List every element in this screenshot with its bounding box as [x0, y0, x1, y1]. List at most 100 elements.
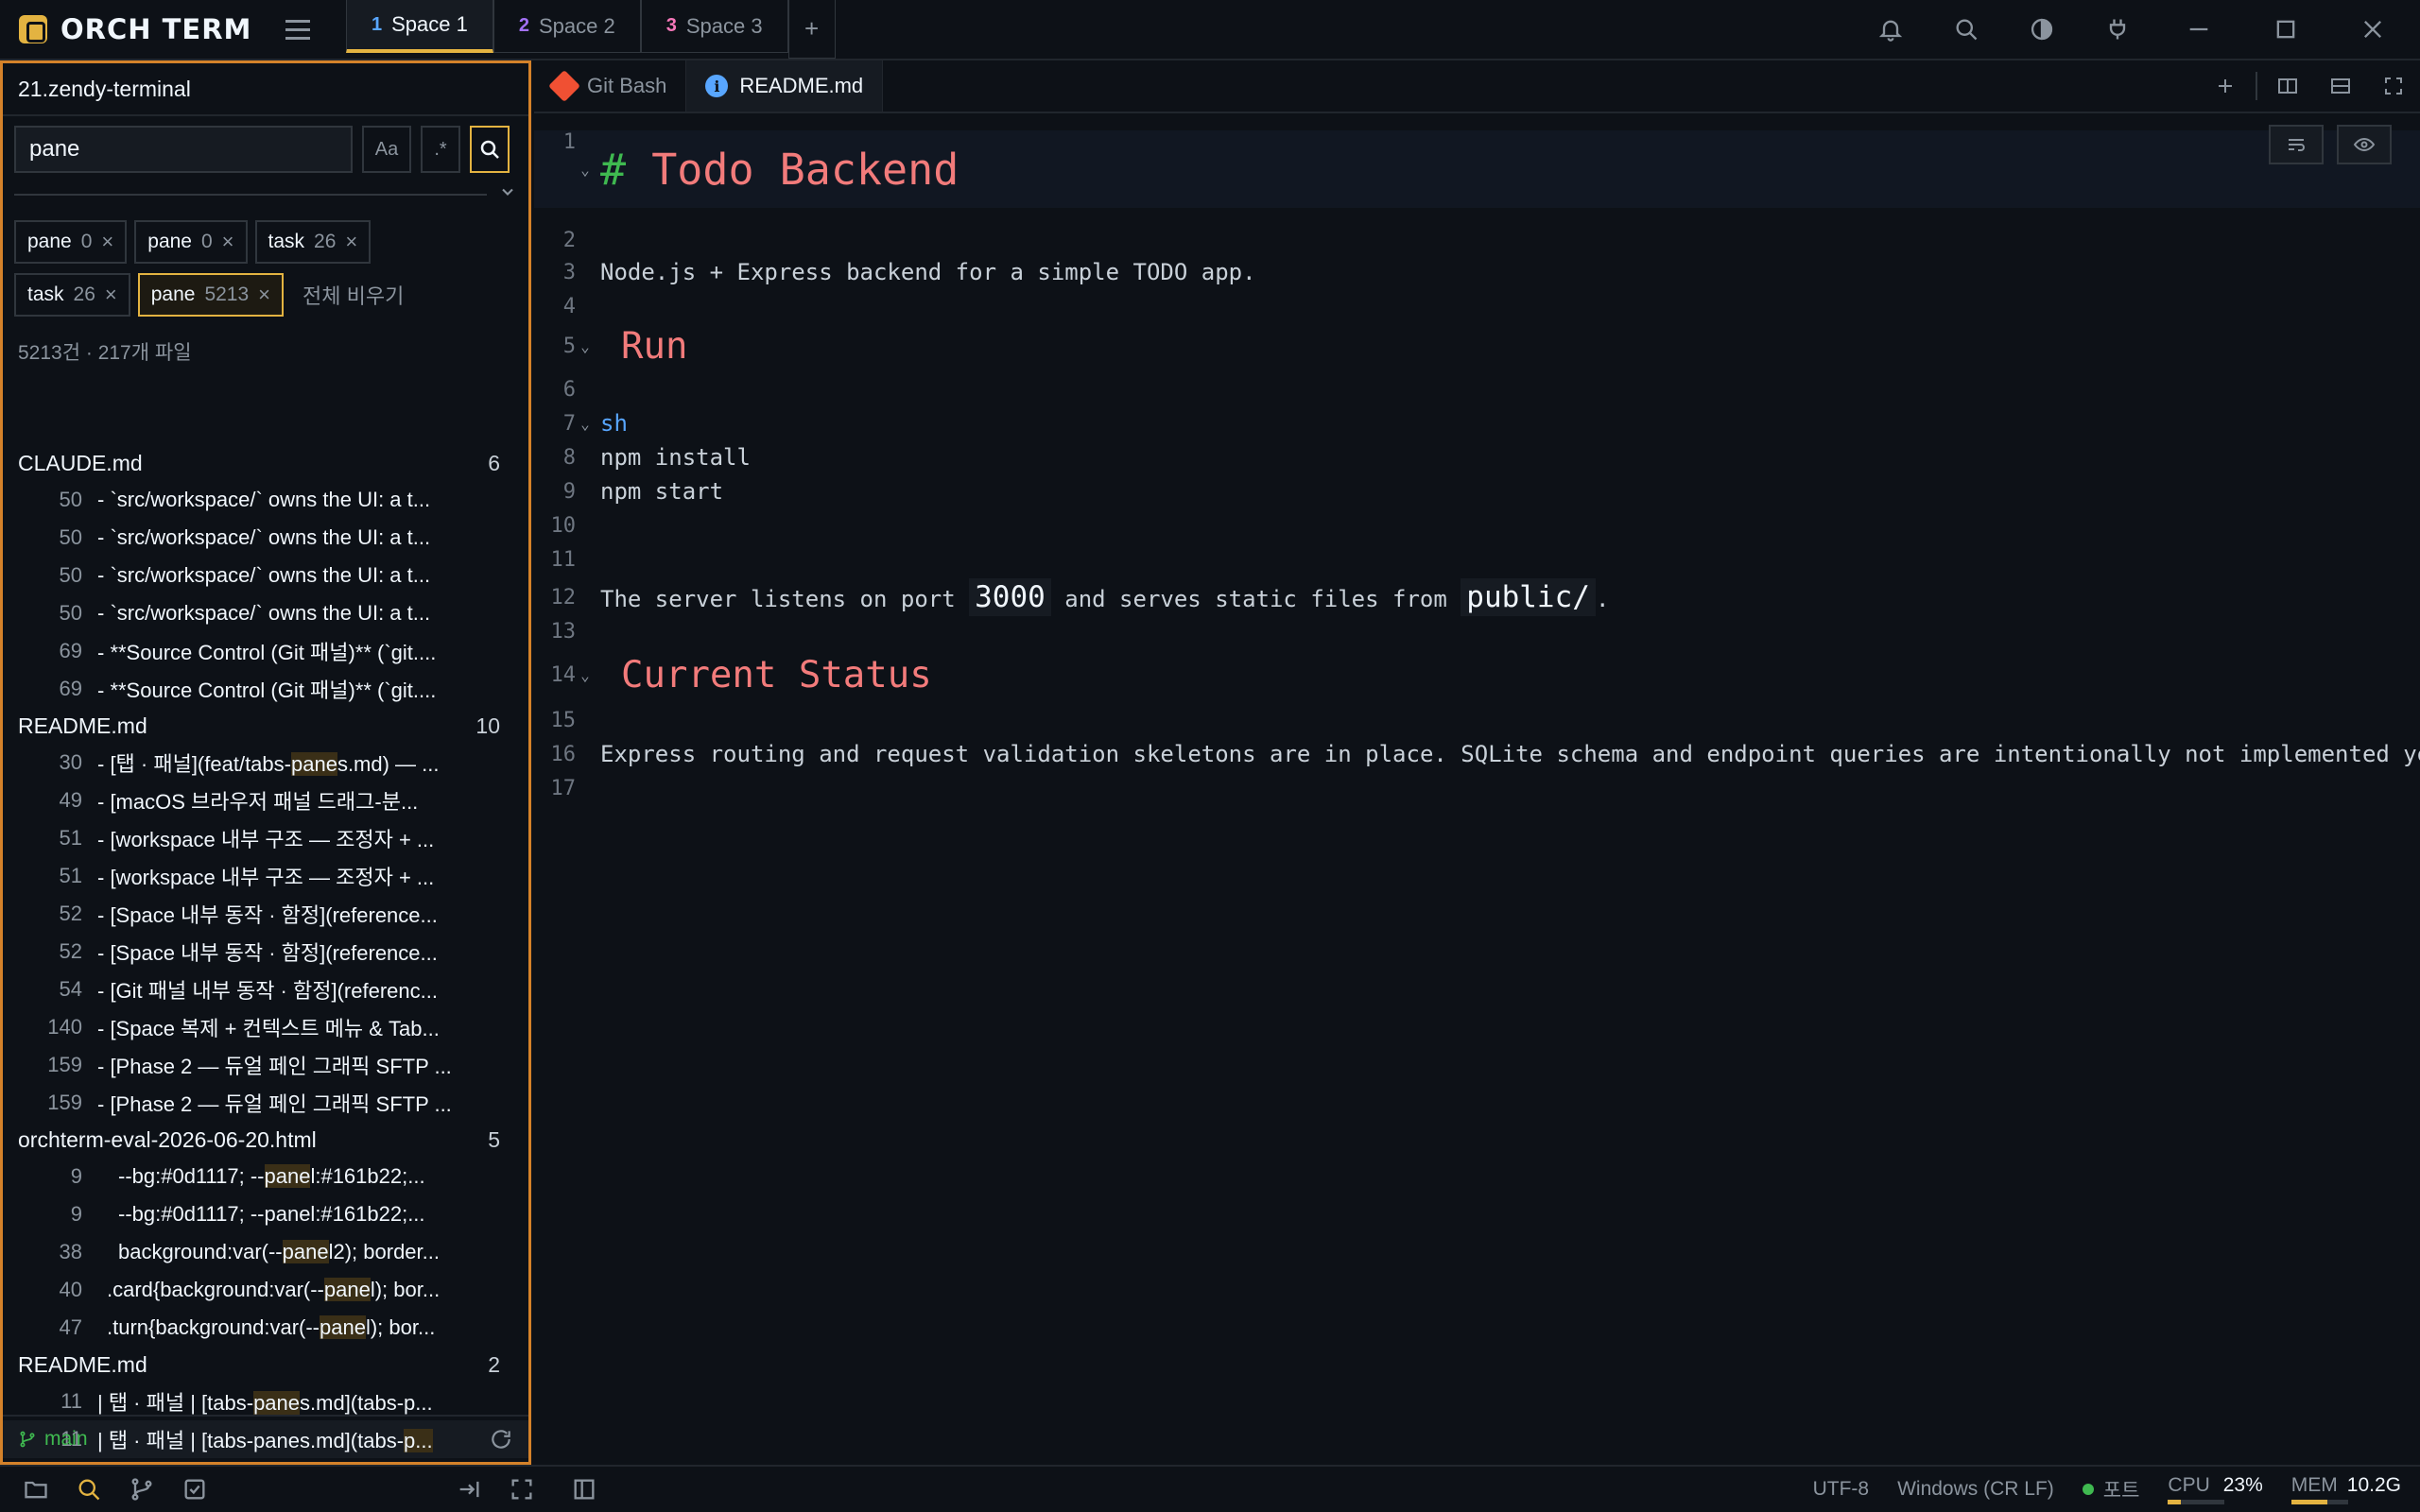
plug-icon[interactable] [2080, 0, 2155, 60]
split-horizontal-icon[interactable] [2314, 60, 2367, 112]
search-chip[interactable]: task 26 × [254, 220, 372, 264]
result-line[interactable]: 159 - [Phase 2 — 듀얼 페인 그래픽 SFTP ... [3, 1084, 528, 1122]
result-line[interactable]: 140 - [Space 복제 + 컨텍스트 메뉴 & Tab... [3, 1008, 528, 1046]
code-line[interactable]: 4 [534, 289, 2420, 323]
code-line[interactable]: 3 Node.js + Express backend for a simple … [534, 255, 2420, 289]
split-vertical-icon[interactable] [2261, 60, 2314, 112]
result-match-highlight: pane [264, 1164, 311, 1188]
fullscreen-icon[interactable] [2367, 60, 2420, 112]
search-chip[interactable]: pane 5213 × [137, 273, 285, 317]
search-chip[interactable]: pane 0 × [134, 220, 248, 264]
search-chip[interactable]: task 26 × [14, 273, 130, 317]
code-line[interactable]: 8 npm install [534, 440, 2420, 474]
result-line[interactable]: 52 - [Space 내부 동작 · 함정](reference... [3, 933, 528, 971]
inline-code: public/ [1461, 578, 1596, 616]
code-line[interactable]: 16 Express routing and request validation… [534, 737, 2420, 771]
chip-close-icon[interactable]: × [101, 230, 113, 254]
search-row: Aa .* [3, 116, 528, 182]
result-line[interactable]: 47 .turn{background:var(--panel); bor... [3, 1309, 528, 1347]
result-line[interactable]: 54 - [Git 패널 내부 동작 · 함정](referenc... [3, 971, 528, 1008]
result-line-text: .card{background:var(--panel); bor... [97, 1278, 485, 1302]
chip-close-icon[interactable]: × [222, 230, 234, 254]
folder-icon[interactable] [9, 1466, 62, 1512]
result-line[interactable]: 69 - **Source Control (Git 패널)** (`git...… [3, 632, 528, 670]
search-icon[interactable] [1928, 0, 2004, 60]
port-status[interactable]: 포트 [2082, 1475, 2139, 1503]
result-line[interactable]: 50 - `src/workspace/` owns the UI: a t... [3, 519, 528, 557]
code-line[interactable]: 5 ⌄ Run [534, 319, 2420, 372]
maximize-icon[interactable] [2242, 0, 2329, 60]
editor-tab-2[interactable]: i README.md [686, 60, 884, 112]
focus-mode-icon[interactable] [495, 1466, 548, 1512]
editor-tab-1[interactable]: Git Bash [534, 60, 687, 112]
fold-chevron-icon[interactable]: ⌄ [576, 337, 595, 355]
theme-contrast-icon[interactable] [2004, 0, 2080, 60]
code-line[interactable]: 6 [534, 372, 2420, 406]
result-line[interactable]: 51 - [workspace 내부 구조 — 조정자 + ... [3, 857, 528, 895]
tasks-checkbox-icon[interactable] [168, 1466, 221, 1512]
chevron-down-icon[interactable] [498, 182, 517, 201]
refresh-icon[interactable] [489, 1427, 513, 1452]
result-line[interactable]: 51 - [workspace 내부 구조 — 조정자 + ... [3, 819, 528, 857]
code-line[interactable]: 15 [534, 703, 2420, 737]
collapse-panel-icon[interactable] [442, 1466, 495, 1512]
code-line[interactable]: 14 ⌄ Current Status [534, 648, 2420, 701]
result-line[interactable]: 9 --bg:#0d1117; --panel:#161b22;... [3, 1195, 528, 1233]
space-tab-3[interactable]: 3 Space 3 [640, 0, 788, 53]
search-chip[interactable]: pane 0 × [14, 220, 128, 264]
fold-chevron-icon[interactable]: ⌄ [576, 161, 595, 179]
space-tab-1[interactable]: 1 Space 1 [346, 0, 493, 53]
result-line[interactable]: 52 - [Space 내부 동작 · 함정](reference... [3, 895, 528, 933]
search-input[interactable] [14, 126, 353, 173]
new-tab-icon[interactable] [2199, 60, 2252, 112]
result-line[interactable]: 50 - `src/workspace/` owns the UI: a t... [3, 481, 528, 519]
code-line[interactable]: 1 ⌄ # Todo Backend [534, 130, 2420, 208]
chip-close-icon[interactable]: × [345, 230, 357, 254]
code-line[interactable]: 10 [534, 508, 2420, 542]
result-file[interactable]: orchterm-eval-2026-06-20.html 5 [3, 1122, 528, 1158]
fold-chevron-icon[interactable]: ⌄ [576, 415, 595, 433]
chip-close-icon[interactable]: × [258, 283, 270, 307]
wrap-toggle-icon[interactable] [2269, 125, 2324, 164]
result-line[interactable]: 40 .card{background:var(--panel); bor... [3, 1271, 528, 1309]
clear-all-button[interactable]: 전체 비우기 [291, 280, 404, 310]
code-line[interactable]: 11 [534, 542, 2420, 576]
minimize-icon[interactable] [2155, 0, 2242, 60]
result-line[interactable]: 50 - `src/workspace/` owns the UI: a t... [3, 594, 528, 632]
sidebar-toggle-icon[interactable] [558, 1466, 611, 1512]
result-line[interactable]: 159 - [Phase 2 — 듀얼 페인 그래픽 SFTP ... [3, 1046, 528, 1084]
code-line[interactable]: 12 The server listens on port 3000 and se… [534, 576, 2420, 618]
bell-icon[interactable] [1853, 0, 1928, 60]
space-tab-2[interactable]: 2 Space 2 [493, 0, 641, 53]
search-results[interactable]: CLAUDE.md 6 50 - `src/workspace/` owns the … [3, 445, 528, 1471]
search-submit-button[interactable] [470, 126, 510, 173]
git-branch[interactable]: main [18, 1428, 88, 1451]
preview-eye-icon[interactable] [2337, 125, 2392, 164]
line-ending-label[interactable]: Windows (CR LF) [1897, 1478, 2054, 1501]
search-icon[interactable] [62, 1466, 115, 1512]
source-control-icon[interactable] [115, 1466, 168, 1512]
encoding-label[interactable]: UTF-8 [1813, 1478, 1870, 1501]
close-icon[interactable] [2329, 0, 2416, 60]
result-line[interactable]: 49 - [macOS 브라우저 패널 드래그-분... [3, 782, 528, 819]
result-line[interactable]: 69 - **Source Control (Git 패널)** (`git...… [3, 670, 528, 708]
result-line[interactable]: 9 --bg:#0d1117; --panel:#161b22;... [3, 1158, 528, 1195]
code-line[interactable]: 2 [534, 223, 2420, 257]
menu-icon[interactable] [274, 0, 321, 59]
result-line[interactable]: 50 - `src/workspace/` owns the UI: a t... [3, 557, 528, 594]
result-file[interactable]: CLAUDE.md 6 [3, 445, 528, 481]
regex-button[interactable]: .* [421, 126, 460, 173]
code-line[interactable]: 17 [534, 771, 2420, 805]
result-line[interactable]: 30 - [탭 · 패널](feat/tabs-panes.md) — ... [3, 744, 528, 782]
code-line[interactable]: 13 [534, 614, 2420, 648]
add-space-button[interactable]: + [787, 0, 836, 59]
code-line[interactable]: 7 ⌄ sh [534, 406, 2420, 440]
fold-chevron-icon[interactable]: ⌄ [576, 666, 595, 684]
code-line[interactable]: 9 npm start [534, 474, 2420, 508]
result-line[interactable]: 38 background:var(--panel2); border... [3, 1233, 528, 1271]
match-case-button[interactable]: Aa [362, 126, 411, 173]
code-view[interactable]: 1 ⌄ # Todo Backend 2 3 Node.js + Express back… [534, 113, 2420, 1463]
result-file[interactable]: README.md 2 [3, 1347, 528, 1383]
result-file[interactable]: README.md 10 [3, 708, 528, 744]
chip-close-icon[interactable]: × [105, 283, 117, 307]
